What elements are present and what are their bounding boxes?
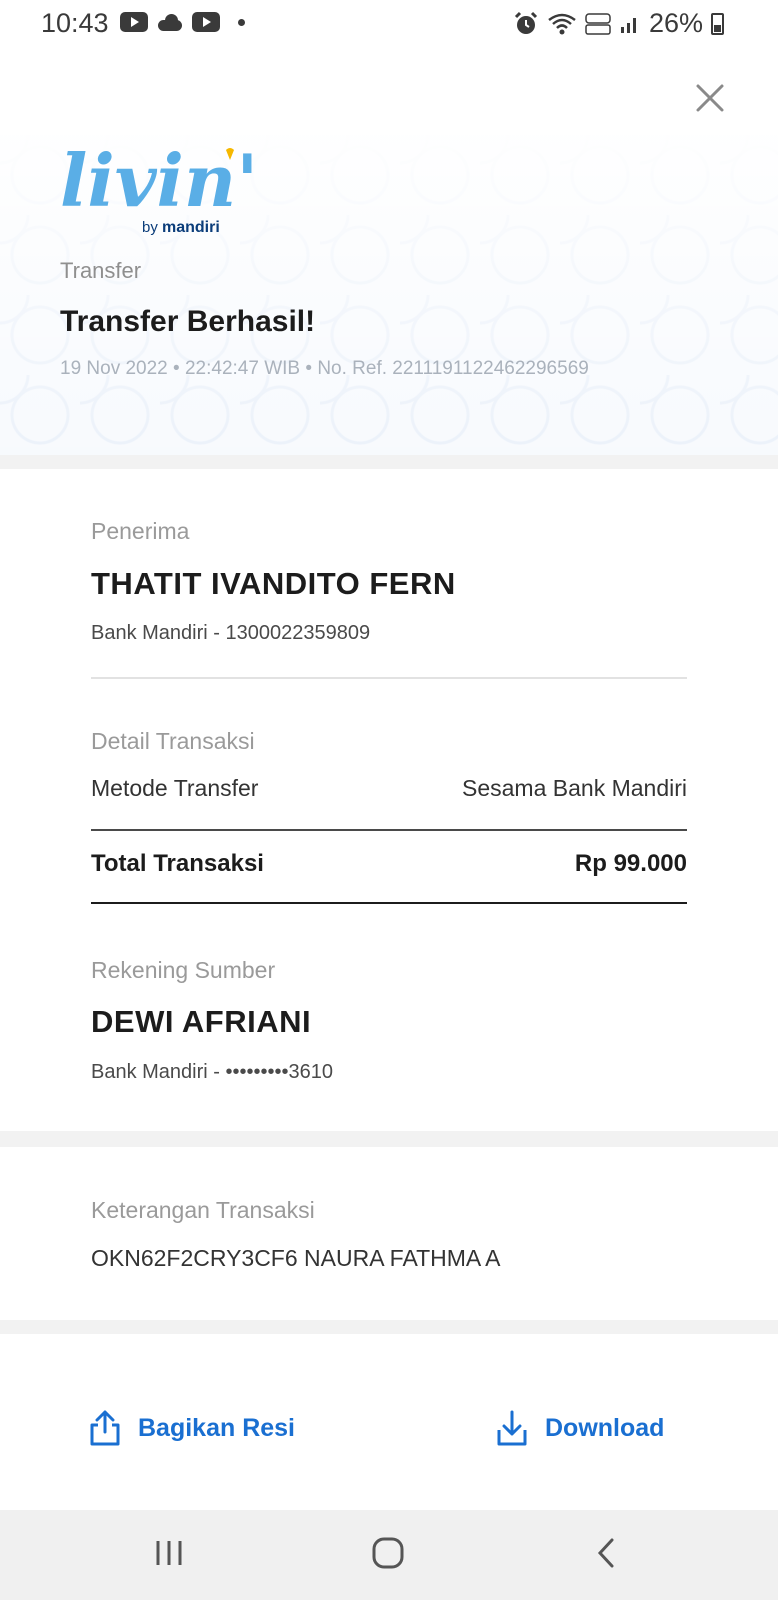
battery-percentage: 26% xyxy=(648,8,703,38)
share-receipt-label: Bagikan Resi xyxy=(138,1413,296,1442)
meta-separator: • xyxy=(173,358,180,379)
alarm-icon xyxy=(514,11,538,34)
navigation-bar xyxy=(0,1510,778,1600)
section-divider xyxy=(0,1320,778,1334)
divider xyxy=(91,829,687,831)
transfer-method-row: Metode Transfer Sesama Bank Mandiri xyxy=(91,775,687,802)
svg-text:mandiri: mandiri xyxy=(162,219,220,236)
source-account-number: Bank Mandiri - •••••••••3610 xyxy=(91,1061,334,1083)
status-time: 10:43 xyxy=(41,8,109,38)
signal-icon xyxy=(620,17,636,33)
home-icon[interactable] xyxy=(371,1536,405,1570)
recent-apps-icon[interactable] xyxy=(154,1538,184,1568)
total-amount: Rp 99.000 xyxy=(574,850,687,877)
share-icon xyxy=(90,1410,120,1446)
share-receipt-button[interactable]: Bagikan Resi xyxy=(88,1410,295,1446)
transfer-method-label: Metode Transfer xyxy=(91,775,259,801)
transaction-time: 22:42:47 WIB xyxy=(184,358,301,379)
section-label: Transfer xyxy=(60,258,142,283)
reference-number: No. Ref. 2211191122462296569 xyxy=(317,358,589,379)
transfer-method-value: Sesama Bank Mandiri xyxy=(462,775,687,801)
section-divider xyxy=(0,1131,778,1147)
divider xyxy=(91,902,687,904)
transaction-detail-label: Detail Transaksi xyxy=(91,728,255,754)
page-title: Transfer Berhasil! xyxy=(60,305,316,338)
youtube-icon xyxy=(192,12,220,32)
svg-text:by: by xyxy=(142,219,158,236)
total-row: Total Transaksi Rp 99.000 xyxy=(91,850,687,878)
source-account-name: DEWI AFRIANI xyxy=(91,1004,312,1039)
notification-icons xyxy=(120,12,245,32)
close-icon[interactable] xyxy=(690,78,730,118)
download-label: Download xyxy=(545,1413,665,1442)
download-button[interactable]: Download xyxy=(495,1410,664,1446)
recipient-label: Penerima xyxy=(91,518,190,544)
wifi-icon xyxy=(548,13,576,34)
divider xyxy=(91,677,687,679)
battery-icon xyxy=(711,12,724,35)
transaction-meta: 19 Nov 2022 • 22:42:47 WIB • No. Ref. 22… xyxy=(60,358,589,380)
total-label: Total Transaksi xyxy=(91,850,264,877)
status-bar: 10:43 26% xyxy=(0,0,778,50)
livin-mandiri-logo: livin' by mandiri xyxy=(60,138,258,236)
recipient-name: THATIT IVANDITO FERN xyxy=(91,566,456,601)
download-icon xyxy=(497,1410,527,1446)
meta-separator: • xyxy=(305,358,313,379)
youtube-icon xyxy=(120,12,148,32)
cloud-icon xyxy=(156,13,184,31)
system-icons: 26% xyxy=(513,8,724,39)
recipient-account: Bank Mandiri - 1300022359809 xyxy=(91,622,371,644)
source-account-label: Rekening Sumber xyxy=(91,957,276,983)
volte-icon xyxy=(585,12,611,35)
notes-label: Keterangan Transaksi xyxy=(91,1197,315,1223)
section-divider xyxy=(0,455,778,469)
back-icon[interactable] xyxy=(594,1537,618,1569)
more-notifications-icon xyxy=(238,18,245,26)
transaction-date: 19 Nov 2022 xyxy=(60,358,168,379)
notes-value: OKN62F2CRY3CF6 NAURA FATHMA A xyxy=(91,1245,501,1271)
